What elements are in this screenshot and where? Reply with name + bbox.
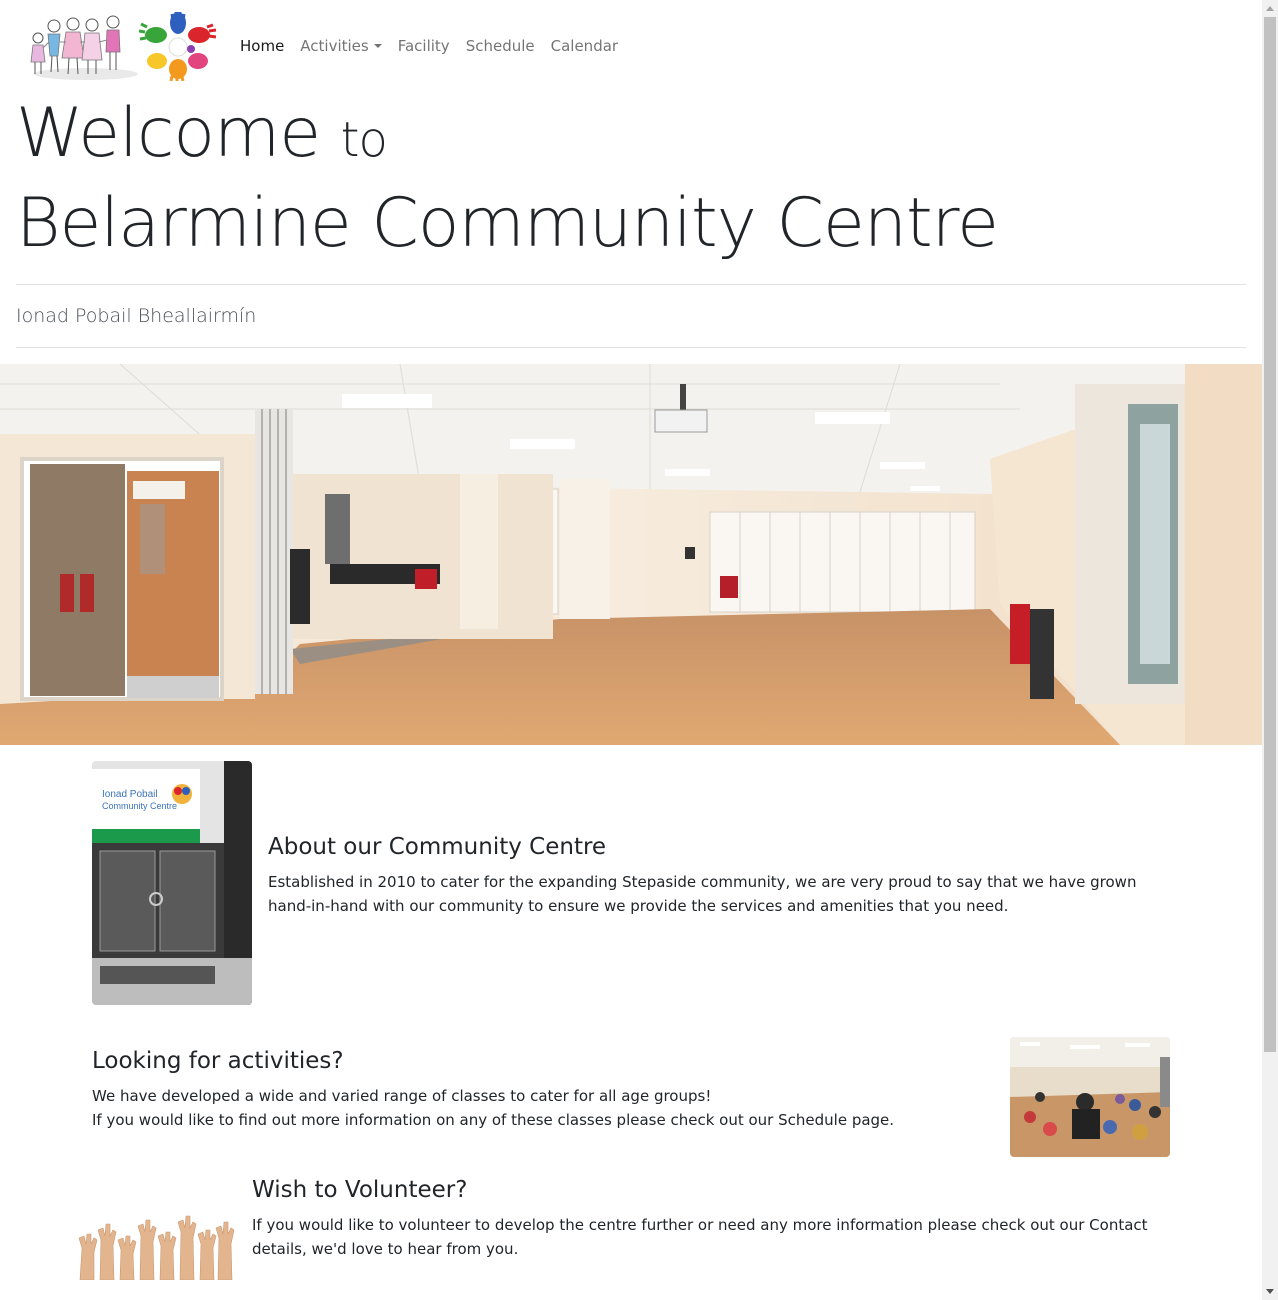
about-entrance-image: Ionad Pobail Community Centre bbox=[92, 761, 252, 1005]
activities-text-line2: If you would like to find out more infor… bbox=[92, 1111, 895, 1129]
volunteer-heading: Wish to Volunteer? bbox=[252, 1177, 468, 1203]
scroll-up-arrow-icon[interactable] bbox=[1266, 6, 1274, 11]
page-subtitle-irish: Ionad Pobail Bheallairmín bbox=[16, 305, 257, 327]
chevron-down-icon bbox=[373, 44, 382, 48]
logo-children-drawing[interactable] bbox=[28, 12, 140, 82]
activities-class-image bbox=[1010, 1037, 1170, 1157]
nav-activities-label: Activities bbox=[300, 37, 369, 55]
volunteer-text: If you would like to volunteer to develo… bbox=[252, 1216, 1148, 1258]
page-title-line1: Welcome to bbox=[16, 100, 388, 168]
scrollbar-thumb[interactable] bbox=[1264, 17, 1276, 1052]
activities-heading: Looking for activities? bbox=[92, 1048, 344, 1074]
activities-text-line1: We have developed a wide and varied rang… bbox=[92, 1087, 712, 1105]
logo-colourful-hands[interactable] bbox=[139, 11, 217, 81]
nav-calendar[interactable]: Calendar bbox=[551, 37, 618, 55]
about-text: Established in 2010 to cater for the exp… bbox=[268, 873, 1137, 915]
about-heading: About our Community Centre bbox=[268, 834, 607, 860]
main-nav: Home Activities Facility Schedule Calend… bbox=[240, 37, 634, 55]
scroll-down-arrow-icon[interactable] bbox=[1266, 1289, 1274, 1294]
sign-text-ionad-pobail: Ionad Pobail bbox=[102, 789, 158, 800]
volunteer-hands-image bbox=[76, 1210, 236, 1280]
nav-facility[interactable]: Facility bbox=[398, 37, 450, 55]
page: Home Activities Facility Schedule Calend… bbox=[0, 0, 1262, 1300]
divider-top bbox=[16, 284, 1246, 285]
navbar: Home Activities Facility Schedule Calend… bbox=[0, 0, 1262, 95]
hall-panorama-image bbox=[0, 364, 1262, 745]
sign-text-community-centre: Community Centre bbox=[102, 801, 177, 811]
page-scrollbar[interactable] bbox=[1262, 0, 1278, 1300]
title-to: to bbox=[340, 112, 388, 168]
title-welcome: Welcome bbox=[16, 94, 321, 173]
nav-schedule[interactable]: Schedule bbox=[466, 37, 535, 55]
activities-text: We have developed a wide and varied rang… bbox=[92, 1084, 992, 1132]
page-title-centre-name: Belarmine Community Centre bbox=[16, 184, 999, 263]
nav-activities-dropdown[interactable]: Activities bbox=[300, 37, 382, 55]
nav-home[interactable]: Home bbox=[240, 37, 284, 55]
divider-bottom bbox=[16, 347, 1246, 348]
